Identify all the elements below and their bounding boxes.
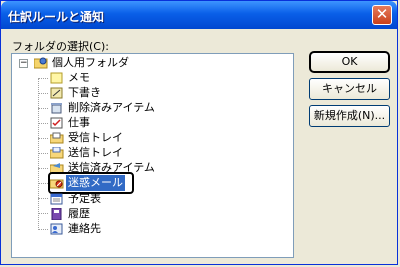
tree-item-label: 送信トレイ <box>68 146 123 159</box>
close-button[interactable]: ✕ <box>372 5 392 25</box>
title-bar[interactable]: 仕訳ルールと通知 ✕ <box>1 1 397 29</box>
tree-guide-line <box>38 93 48 94</box>
tree-guide-line <box>38 213 48 214</box>
rules-dialog: 仕訳ルールと通知 ✕ フォルダの選択(C): − 個人用フォルダ メモ 下書き … <box>0 0 398 265</box>
drafts-icon <box>50 87 64 99</box>
collapse-toggle[interactable]: − <box>19 59 28 68</box>
cancel-button[interactable]: キャンセル <box>309 78 390 100</box>
tree-item-label: 予定表 <box>68 192 101 205</box>
tasks-icon <box>50 117 64 129</box>
tree-item-label: メモ <box>68 71 90 84</box>
tree-guide-line <box>38 78 39 230</box>
junk-mail-icon <box>49 177 64 189</box>
personal-folders-icon <box>33 57 48 69</box>
tree-item-label: 削除済みアイテム <box>68 101 155 114</box>
tree-guide-line <box>38 108 48 109</box>
tree-guide-line <box>38 123 48 124</box>
tree-guide-line <box>38 78 48 79</box>
deleted-items-icon <box>50 102 64 114</box>
folder-select-label: フォルダの選択(C): <box>12 40 109 53</box>
tree-guide-line <box>38 153 48 154</box>
contacts-icon <box>50 223 64 235</box>
tree-guide-line <box>38 229 48 230</box>
tree-item-label: 履歴 <box>68 207 90 220</box>
tree-item-label: 受信トレイ <box>68 131 123 144</box>
journal-icon <box>50 207 64 221</box>
tree-item-label: 下書き <box>68 86 101 99</box>
outbox-icon <box>49 146 64 159</box>
tree-guide-line <box>38 138 48 139</box>
tree-item-label: 迷惑メール <box>66 175 125 191</box>
close-icon: ✕ <box>375 5 389 23</box>
tree-guide-line <box>38 168 48 169</box>
folder-tree[interactable]: − 個人用フォルダ メモ 下書き 削除済みアイテム 仕事 受信トレイ 送信トレイ… <box>11 53 294 258</box>
tree-item-label: 仕事 <box>68 116 90 129</box>
dialog-title: 仕訳ルールと通知 <box>8 10 105 24</box>
tree-guide-line <box>38 198 48 199</box>
calendar-icon <box>50 193 64 205</box>
ok-button[interactable]: OK <box>309 51 390 73</box>
inbox-icon <box>49 132 64 144</box>
tree-root-label: 個人用フォルダ <box>52 56 129 69</box>
tree-item-label: 連絡先 <box>68 222 101 235</box>
new-folder-button[interactable]: 新規作成(N)... <box>309 105 390 127</box>
tree-guide-line <box>38 183 48 184</box>
notes-icon <box>50 72 64 84</box>
